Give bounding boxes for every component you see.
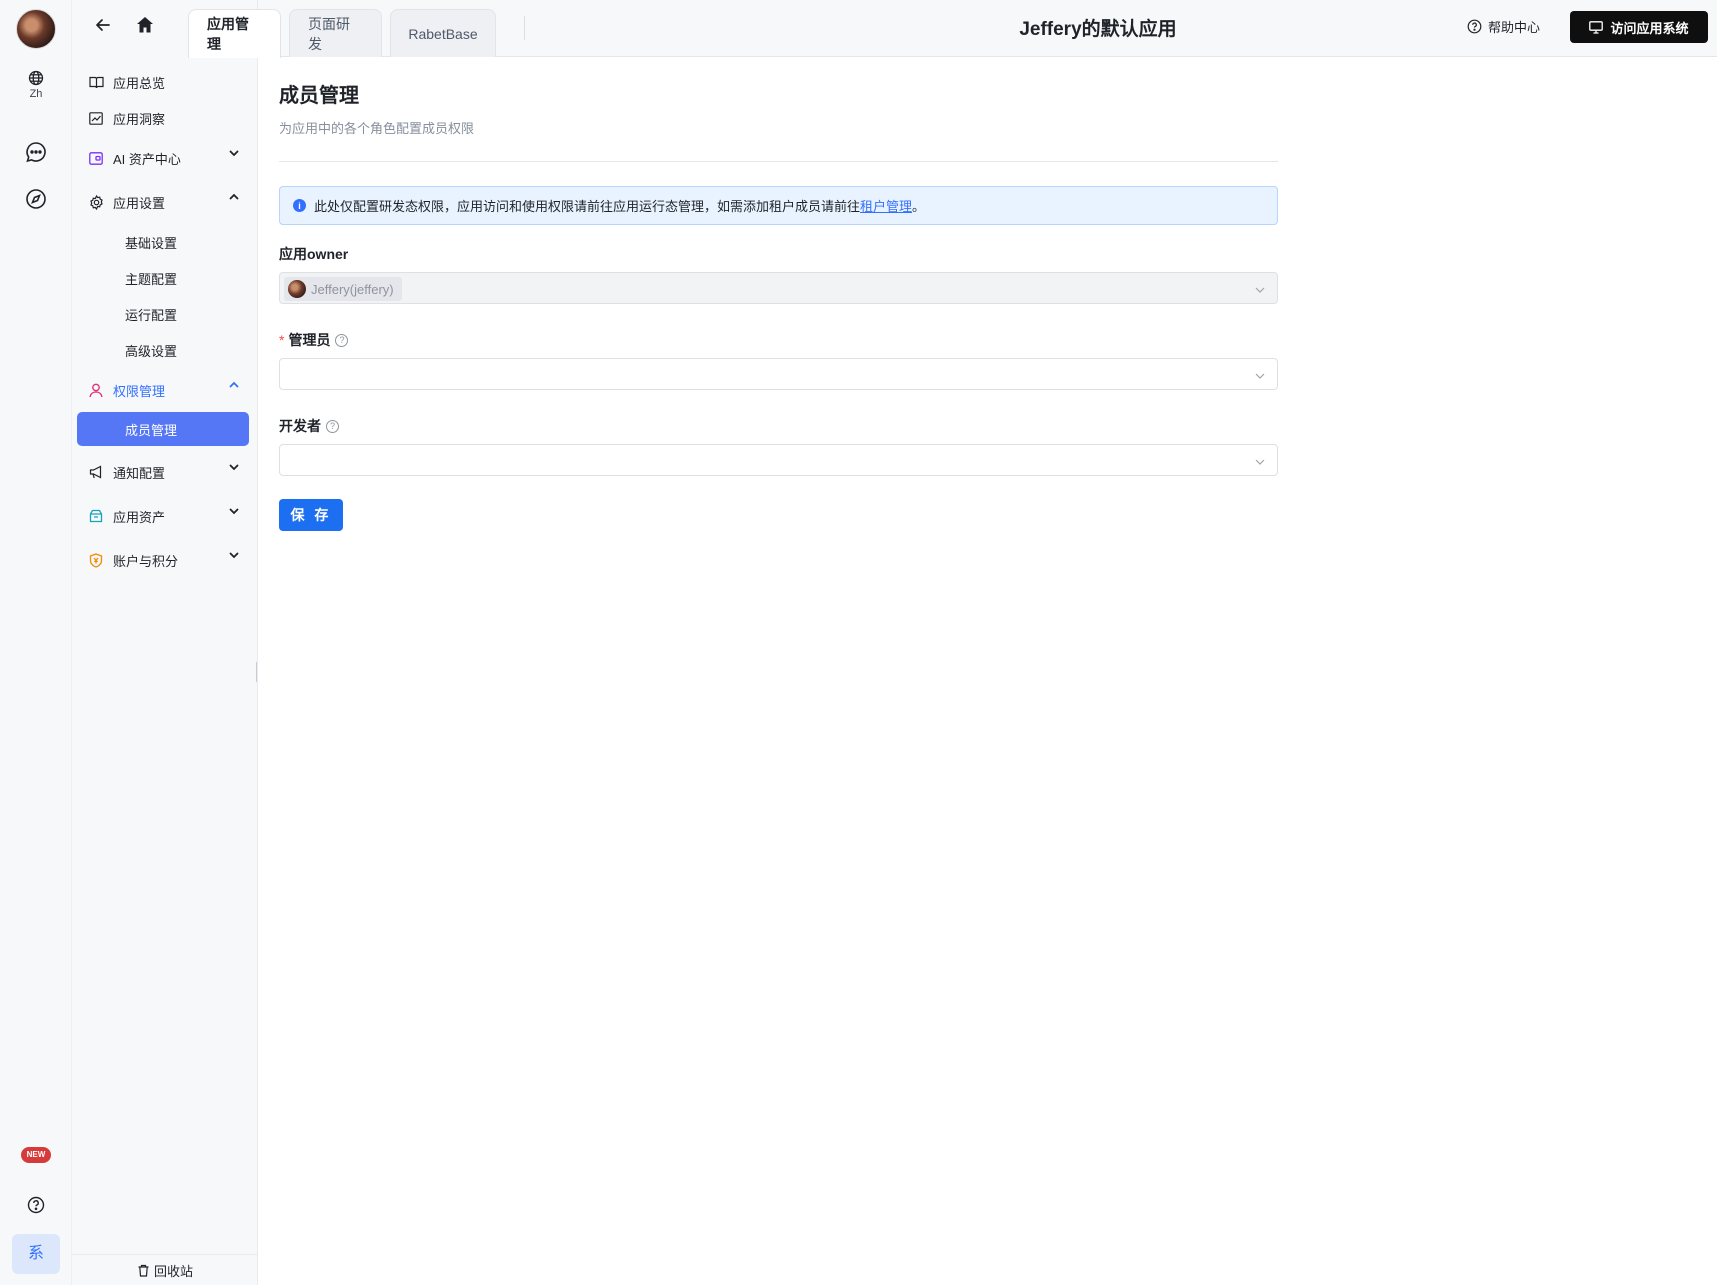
- sidebar-item-app-assets[interactable]: 应用资产: [72, 494, 258, 538]
- sidebar: 应用总览 应用洞察 AI 资产中心 应用设置 基础设置 主题配置 运行配置 高级…: [72, 0, 258, 1285]
- help-circle-icon[interactable]: [23, 1192, 49, 1218]
- section-divider: [279, 161, 1278, 162]
- tenant-management-link[interactable]: 租户管理: [860, 196, 912, 215]
- question-icon[interactable]: ?: [326, 419, 339, 433]
- owner-value: Jeffery(jeffery): [311, 281, 394, 297]
- app-title: Jeffery的默认应用: [1019, 19, 1177, 40]
- sidebar-subitem-theme-config[interactable]: 主题配置: [72, 260, 258, 296]
- back-arrow-icon[interactable]: [94, 16, 112, 37]
- wallet-icon: [88, 150, 104, 166]
- sidebar-item-label: 应用总览: [113, 75, 166, 91]
- sidebar-menu: 应用总览 应用洞察 AI 资产中心 应用设置 基础设置 主题配置 运行配置 高级…: [72, 64, 258, 582]
- sidebar-subitem-member-management[interactable]: 成员管理: [77, 412, 249, 446]
- developer-label-text: 开发者: [279, 418, 321, 434]
- system-button[interactable]: 系: [12, 1234, 60, 1274]
- user-avatar[interactable]: [16, 9, 56, 49]
- developer-select[interactable]: [279, 444, 1278, 476]
- owner-label: 应用owner: [279, 244, 348, 264]
- sidebar-item-label: 权限管理: [113, 383, 166, 399]
- chevron-up-icon: [228, 191, 240, 206]
- chevron-down-icon: [1254, 369, 1266, 385]
- sidebar-subitem-runtime-config[interactable]: 运行配置: [72, 296, 258, 332]
- owner-label-text: 应用owner: [279, 246, 349, 262]
- alert-text-end: 。: [912, 199, 926, 214]
- box-icon: [88, 508, 104, 524]
- admin-label: * 管理员 ?: [279, 330, 349, 350]
- tab-label: 应用管理: [207, 16, 249, 52]
- info-alert: i 此处仅配置研发态权限，应用访问和使用权限请前往应用运行态管理，如需添加租户成…: [279, 186, 1278, 225]
- owner-tag: Jeffery(jeffery): [284, 277, 402, 301]
- chevron-down-icon: [228, 147, 240, 162]
- chevron-down-icon: [1254, 283, 1266, 299]
- sidebar-item-permissions[interactable]: 权限管理: [72, 368, 258, 412]
- sidebar-subitem-basic-settings[interactable]: 基础设置: [72, 224, 258, 260]
- new-badge: NEW: [21, 1147, 51, 1163]
- recycle-bin-label: 回收站: [153, 1263, 193, 1279]
- chevron-down-icon: [1254, 455, 1266, 471]
- globe-icon: [28, 70, 44, 86]
- help-center-link[interactable]: 帮助中心: [1467, 17, 1540, 36]
- sidebar-subitem-advanced-settings[interactable]: 高级设置: [72, 332, 258, 368]
- monitor-icon: [1589, 20, 1604, 34]
- chevron-down-icon: [228, 505, 240, 520]
- sidebar-item-label: 通知配置: [113, 465, 166, 481]
- developer-label: 开发者 ?: [279, 416, 339, 436]
- sidebar-item-app-settings[interactable]: 应用设置: [72, 180, 258, 224]
- required-marker: *: [279, 332, 285, 348]
- sidebar-item-notifications[interactable]: 通知配置: [72, 450, 258, 494]
- save-button[interactable]: 保 存: [279, 499, 343, 531]
- sidebar-item-label: 应用资产: [113, 509, 166, 525]
- help-center-label: 帮助中心: [1488, 20, 1541, 35]
- sidebar-resize-handle[interactable]: [256, 662, 259, 682]
- help-circle-icon: [1467, 19, 1482, 34]
- alert-text: 此处仅配置研发态权限，应用访问和使用权限请前往应用运行态管理，如需添加租户成员请…: [314, 199, 861, 214]
- yen-shield-icon: [88, 552, 104, 568]
- admin-select[interactable]: [279, 358, 1278, 390]
- sidebar-item-overview[interactable]: 应用总览: [72, 64, 258, 100]
- chat-icon[interactable]: [23, 139, 49, 165]
- sidebar-item-label: AI 资产中心: [113, 151, 181, 167]
- book-icon: [88, 74, 104, 90]
- tab-page-dev[interactable]: 页面研发: [289, 9, 382, 57]
- megaphone-icon: [88, 464, 104, 480]
- sidebar-item-insight[interactable]: 应用洞察: [72, 100, 258, 136]
- page-subtitle: 为应用中的各个角色配置成员权限: [279, 121, 475, 136]
- home-icon[interactable]: [135, 15, 155, 38]
- tab-rabetbase[interactable]: RabetBase: [390, 9, 496, 57]
- chevron-down-icon: [228, 549, 240, 564]
- owner-select: Jeffery(jeffery): [279, 272, 1278, 304]
- question-icon[interactable]: ?: [335, 333, 349, 347]
- visit-app-system-label: 访问应用系统: [1610, 20, 1689, 36]
- tab-divider: [524, 16, 525, 40]
- page-title: 成员管理: [279, 85, 359, 107]
- sidebar-item-label: 应用洞察: [113, 111, 166, 127]
- tab-label: 页面研发: [308, 15, 350, 52]
- info-icon: i: [293, 199, 306, 212]
- language-switch[interactable]: Zh: [16, 70, 56, 100]
- sidebar-item-label: 账户与积分: [113, 553, 179, 569]
- owner-avatar: [288, 280, 306, 298]
- sidebar-item-account-points[interactable]: 账户与积分: [72, 538, 258, 582]
- admin-label-text: 管理员: [288, 332, 331, 348]
- tab-label: RabetBase: [408, 25, 478, 42]
- gear-icon: [88, 194, 104, 210]
- left-rail: Zh NEW 系: [0, 0, 72, 1285]
- sidebar-item-ai-assets[interactable]: AI 资产中心: [72, 136, 258, 180]
- trash-icon: [138, 1264, 149, 1277]
- sidebar-item-label: 应用设置: [113, 195, 166, 211]
- language-label: Zh: [29, 88, 43, 100]
- compass-icon[interactable]: [23, 186, 49, 212]
- visit-app-system-button[interactable]: 访问应用系统: [1570, 11, 1708, 43]
- recycle-bin-button[interactable]: 回收站: [72, 1254, 258, 1285]
- chevron-down-icon: [228, 461, 240, 476]
- user-icon: [88, 382, 104, 398]
- chart-icon: [88, 110, 104, 126]
- chevron-up-icon: [228, 379, 240, 394]
- tab-app-management[interactable]: 应用管理: [188, 9, 281, 58]
